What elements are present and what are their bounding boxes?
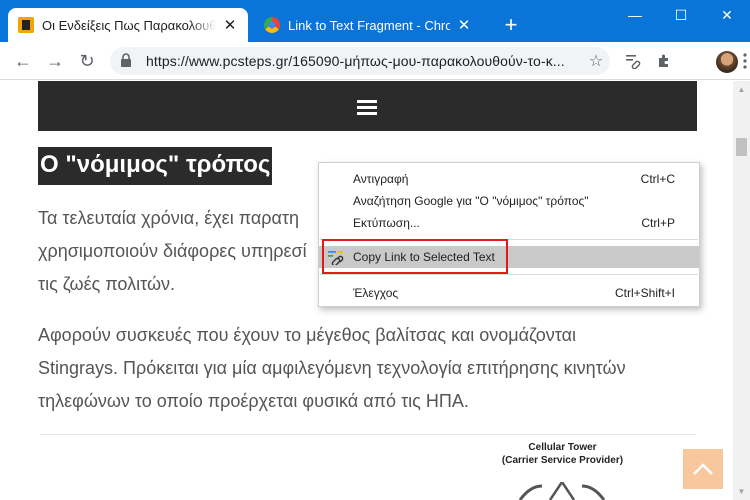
chrome-web-store-favicon — [264, 17, 280, 33]
context-menu: Αντιγραφή Ctrl+C Αναζήτηση Google για "Ο… — [318, 162, 700, 307]
text-line: Stingrays. Πρόκειται για μία αμφιλεγόμεν… — [38, 358, 626, 378]
maximize-button[interactable]: ☐ — [658, 0, 704, 30]
cell-tower-icon — [518, 482, 606, 500]
menu-separator — [320, 274, 698, 275]
tab-title: Link to Text Fragment - Chrome W — [288, 17, 450, 33]
page-scrollbar[interactable]: ▲ ▼ — [733, 81, 750, 500]
hamburger-menu-icon[interactable] — [357, 100, 377, 115]
text-line: χρησιμοποιούν διάφορες υπηρεσί — [38, 241, 307, 261]
text-line: Τα τελευταία χρόνια, έχει παρατη — [38, 208, 300, 228]
minimize-button[interactable]: — — [612, 0, 658, 30]
avatar[interactable] — [716, 51, 738, 73]
pcsteps-favicon — [18, 17, 34, 33]
diagram-subtitle: (Carrier Service Provider) — [501, 455, 624, 466]
page-heading-selected[interactable]: Ο "νόμιμος" τρόπος — [38, 147, 273, 185]
star-icon[interactable]: ☆ — [582, 51, 610, 71]
highlight-annotation-box — [322, 239, 508, 274]
menu-item-shortcut: Ctrl+C — [640, 172, 675, 186]
puzzle-extensions-icon[interactable] — [654, 51, 674, 71]
context-item-inspect[interactable]: Έλεγχος Ctrl+Shift+I — [319, 282, 699, 304]
address-bar[interactable]: https://www.pcsteps.gr/165090-μήπως-μου-… — [110, 47, 610, 75]
context-item-print[interactable]: Εκτύπωση... Ctrl+P — [319, 212, 699, 234]
text-line: τηλεφώνων το οποίο προέρχεται φυσικά από… — [38, 391, 469, 411]
menu-item-label: Αναζήτηση Google για "Ο "νόμιμος" τρόπος… — [353, 194, 589, 208]
scroll-down-arrow-icon[interactable]: ▼ — [733, 483, 750, 500]
close-tab-icon[interactable]: ✕ — [456, 16, 472, 34]
paragraph-1: Τα τελευταία χρόνια, έχει παρατη χρησιμο… — [38, 202, 307, 301]
context-item-google-search[interactable]: Αναζήτηση Google για "Ο "νόμιμος" τρόπος… — [319, 190, 699, 212]
scroll-up-arrow-icon[interactable]: ▲ — [733, 81, 750, 98]
title-bar: Οι Ενδείξεις Πως Παρακολουθούν ✕ Link to… — [0, 0, 750, 42]
chevron-up-icon — [693, 463, 713, 475]
tab-title: Οι Ενδείξεις Πως Παρακολουθούν — [42, 17, 216, 33]
forward-button[interactable]: → — [42, 48, 68, 74]
back-button[interactable]: ← — [10, 48, 36, 74]
scroll-thumb[interactable] — [736, 138, 747, 156]
text-line: Αφορούν συσκευές που έχουν το μέγεθος βα… — [38, 325, 577, 345]
menu-item-label: Αντιγραφή — [353, 172, 409, 186]
menu-item-shortcut: Ctrl+P — [641, 216, 675, 230]
tab-chrome-web-store[interactable]: Link to Text Fragment - Chrome W ✕ — [254, 8, 482, 42]
close-tab-icon[interactable]: ✕ — [222, 16, 238, 34]
link-to-text-fragment-icon[interactable] — [624, 51, 644, 71]
reload-button[interactable]: ↻ — [74, 48, 100, 74]
divider — [40, 434, 696, 435]
tab-pcsteps[interactable]: Οι Ενδείξεις Πως Παρακολουθούν ✕ — [8, 8, 248, 42]
browser-toolbar: ← → ↻ https://www.pcsteps.gr/165090-μήπω… — [0, 42, 750, 80]
lock-icon[interactable] — [120, 52, 138, 70]
diagram-title: Cellular Tower — [528, 442, 597, 453]
paragraph-2: Αφορούν συσκευές που έχουν το μέγεθος βα… — [38, 319, 678, 418]
url-text[interactable]: https://www.pcsteps.gr/165090-μήπως-μου-… — [146, 53, 582, 69]
menu-item-shortcut: Ctrl+Shift+I — [614, 286, 675, 300]
context-item-copy[interactable]: Αντιγραφή Ctrl+C — [319, 168, 699, 190]
menu-item-label: Έλεγχος — [353, 286, 399, 300]
new-tab-button[interactable]: + — [498, 12, 524, 38]
text-line: τις ζωές πολιτών. — [38, 274, 176, 294]
close-window-button[interactable]: ✕ — [704, 0, 750, 30]
kebab-menu-icon[interactable] — [742, 53, 748, 74]
menu-item-label: Εκτύπωση... — [353, 216, 420, 230]
diagram-caption: Cellular Tower (Carrier Service Provider… — [480, 441, 645, 467]
back-to-top-button[interactable] — [683, 449, 723, 489]
site-navbar — [38, 81, 697, 131]
